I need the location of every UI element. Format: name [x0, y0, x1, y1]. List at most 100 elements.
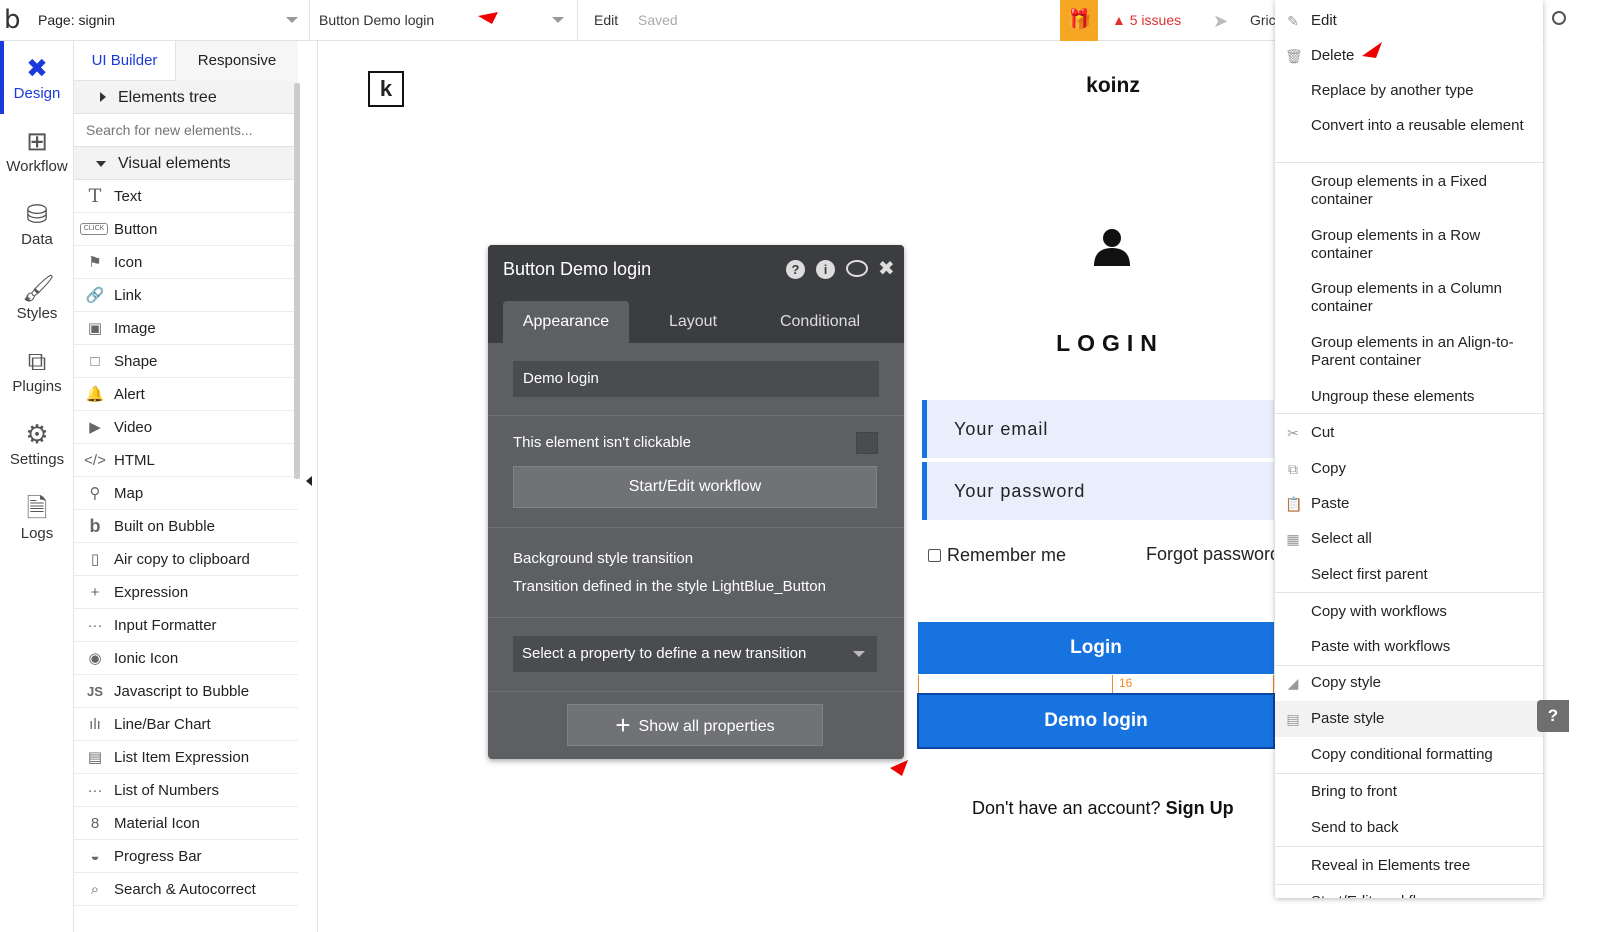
info-icon[interactable]: i [816, 260, 835, 279]
search-elements-input[interactable] [74, 114, 298, 147]
element-item[interactable]: ⚲ Map [74, 477, 298, 510]
brand-logo: k [368, 71, 404, 107]
element-item[interactable]: ⌕ Search & Autocorrect [74, 873, 298, 906]
cursor-pointer-icon[interactable]: ➤ [1213, 11, 1228, 32]
element-item[interactable]: ··· List of Numbers [74, 774, 298, 807]
nav-settings[interactable]: ⚙ Settings [0, 407, 74, 480]
remember-me-checkbox[interactable] [928, 549, 941, 562]
element-selector[interactable]: Button Demo login [318, 0, 578, 41]
button-text-input[interactable]: Demo login [513, 361, 879, 397]
tab-ui-builder[interactable]: UI Builder [74, 41, 176, 81]
nav-plugins[interactable]: ⧉ Plugins [0, 334, 74, 407]
menu-item[interactable]: ▤ Paste style [1275, 710, 1543, 728]
comment-icon[interactable] [846, 260, 868, 277]
menu-item[interactable]: Paste with workflows [1275, 638, 1543, 656]
menu-item-icon: ▤ [1286, 711, 1300, 727]
menu-item[interactable]: ✎ Edit [1275, 12, 1543, 30]
element-item[interactable]: ▣ Image [74, 312, 298, 345]
nav-workflow[interactable]: ⊞ Workflow [0, 114, 74, 187]
panel-tabs: UI Builder Responsive [74, 41, 298, 81]
menu-item[interactable]: Group elements in an Align-to-Parent con… [1275, 334, 1543, 370]
tab-conditional[interactable]: Conditional [758, 301, 882, 343]
element-item[interactable]: </> HTML [74, 444, 298, 477]
nav-data[interactable]: ⛁ Data [0, 187, 74, 260]
element-item[interactable]: ◉ Ionic Icon [74, 642, 298, 675]
help-icon[interactable]: ? [786, 260, 805, 279]
show-all-properties-button[interactable]: + Show all properties [567, 704, 823, 746]
transition-property-select[interactable]: Select a property to define a new transi… [513, 636, 877, 672]
menu-item[interactable]: 🗑 Delete [1275, 47, 1543, 65]
element-item-label: Progress Bar [114, 848, 202, 865]
element-item[interactable]: ◒ Progress Bar [74, 840, 298, 873]
password-field[interactable]: Your password [922, 462, 1274, 520]
issues-indicator[interactable]: ▲ 5 issues [1112, 0, 1181, 40]
element-type-icon: □ [90, 353, 100, 370]
tab-layout[interactable]: Layout [634, 301, 752, 343]
menu-item[interactable]: ◢ Copy style [1275, 674, 1543, 692]
nav-styles[interactable]: 🖌 Styles [0, 261, 74, 334]
nav-design[interactable]: ✖ Design [0, 41, 74, 114]
menu-item[interactable]: Select first parent [1275, 566, 1543, 584]
menu-item[interactable]: Start/Edit workflow [1275, 893, 1543, 898]
element-item[interactable]: 🔗 Link [74, 279, 298, 312]
element-item[interactable]: ▤ List Item Expression [74, 741, 298, 774]
visual-elements-toggle[interactable]: Visual elements [74, 147, 298, 180]
search-icon[interactable] [1552, 11, 1566, 25]
collapse-panel-icon[interactable] [306, 476, 312, 486]
menu-item[interactable]: ✂ Cut [1275, 424, 1543, 442]
menu-item[interactable]: Convert into a reusable element [1275, 117, 1543, 135]
menu-divider [1275, 162, 1543, 163]
element-item[interactable]: ılı Line/Bar Chart [74, 708, 298, 741]
help-tab[interactable]: ? [1537, 700, 1569, 732]
edit-menu[interactable]: Edit [594, 0, 618, 40]
nav-logs[interactable]: 🗎 Logs [0, 481, 74, 554]
not-clickable-checkbox[interactable] [856, 432, 878, 454]
element-item[interactable]: T Text [74, 180, 298, 213]
menu-item[interactable]: ▦ Select all [1275, 530, 1543, 548]
menu-item[interactable]: Reveal in Elements tree [1275, 857, 1543, 875]
element-item[interactable]: b Built on Bubble [74, 510, 298, 543]
grid-menu[interactable]: Gric [1250, 0, 1276, 40]
tab-appearance[interactable]: Appearance [503, 301, 629, 343]
element-item[interactable]: 🔔 Alert [74, 378, 298, 411]
menu-item[interactable]: Group elements in a Row container [1275, 227, 1543, 263]
element-item-label: List Item Expression [114, 749, 250, 766]
menu-item[interactable]: Send to back [1275, 819, 1543, 837]
menu-item[interactable]: Copy with workflows [1275, 603, 1543, 621]
tab-responsive[interactable]: Responsive [176, 41, 298, 81]
page-selector[interactable]: Page: signin [38, 0, 310, 41]
panel-scrollbar[interactable] [294, 83, 300, 479]
start-edit-workflow-button[interactable]: Start/Edit workflow [513, 466, 877, 508]
menu-item[interactable]: Replace by another type [1275, 82, 1543, 100]
menu-item-icon: ✂ [1287, 425, 1299, 441]
elements-tree-toggle[interactable]: Elements tree [74, 81, 298, 114]
bubble-logo-icon[interactable]: b [4, 4, 34, 36]
element-item[interactable]: ▶ Video [74, 411, 298, 444]
element-type-icon: ◒ [90, 848, 100, 865]
email-field[interactable]: Your email [922, 400, 1274, 458]
element-item[interactable]: ▯ Air copy to clipboard [74, 543, 298, 576]
element-item[interactable]: ⚑ Icon [74, 246, 298, 279]
menu-item[interactable]: 📋 Paste [1275, 495, 1543, 513]
menu-item[interactable]: Bring to front [1275, 783, 1543, 801]
menu-item[interactable]: Copy conditional formatting [1275, 746, 1543, 764]
menu-item[interactable]: Ungroup these elements [1275, 388, 1543, 406]
inspector-header[interactable]: Button Demo login ? i ✖ [488, 245, 904, 293]
divider [488, 617, 904, 618]
element-item[interactable]: CLICK Button [74, 213, 298, 246]
element-item[interactable]: ··· Input Formatter [74, 609, 298, 642]
gift-icon[interactable]: 🎁 [1060, 0, 1098, 41]
menu-item[interactable]: ⧉ Copy [1275, 460, 1543, 478]
element-item[interactable]: □ Shape [74, 345, 298, 378]
element-item[interactable]: 8 Material Icon [74, 807, 298, 840]
forgot-password-link[interactable]: Forgot password [1146, 544, 1274, 565]
close-icon[interactable]: ✖ [878, 256, 895, 281]
remember-me[interactable]: Remember me [928, 545, 1066, 566]
element-item[interactable]: + Expression [74, 576, 298, 609]
menu-item[interactable]: Group elements in a Fixed container [1275, 173, 1543, 209]
element-item[interactable]: JS Javascript to Bubble [74, 675, 298, 708]
sign-up-link[interactable]: Sign Up [1166, 798, 1234, 818]
login-button[interactable]: Login [918, 622, 1274, 674]
property-inspector[interactable]: Button Demo login ? i ✖ Appearance Layou… [488, 245, 904, 759]
menu-item[interactable]: Group elements in a Column container [1275, 280, 1543, 316]
